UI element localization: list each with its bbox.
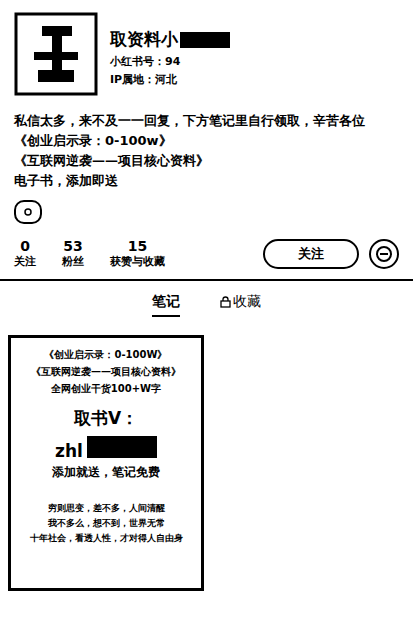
profile-name: 取资料小 — [110, 28, 178, 51]
content-panel: 笔记收藏《创业启示录：0-100W》《互联网逆袭——项目核心资料》全网创业干货1… — [0, 281, 413, 591]
card-line: 十年社会，看透人性，才对得人自由身 — [30, 532, 183, 545]
stat-item[interactable]: 53粉丝 — [62, 238, 84, 269]
profile-bio: 私信太多，来不及一一回复，下方笔记里自行领取，辛苦各位《创业启示录：0-100w… — [14, 112, 399, 190]
redaction-bar — [87, 436, 157, 458]
note-card[interactable]: 《创业启示录：0-100W》《互联网逆袭——项目核心资料》全网创业干货100+W… — [8, 335, 204, 591]
card-line: 穷则思变，差不多，人间清醒 — [48, 502, 165, 515]
card-line: 《互联网逆袭——项目核心资料》 — [31, 365, 181, 379]
stat-item[interactable]: 15获赞与收藏 — [110, 238, 165, 269]
profile-ip: IP属地：河北 — [110, 72, 230, 87]
tab[interactable]: 笔记 — [152, 293, 180, 317]
card-line: 我不多么，想不到，世界无常 — [48, 517, 165, 530]
follow-button[interactable]: 关注 — [263, 239, 359, 269]
lock-icon — [220, 296, 231, 308]
bio-line: 《创业启示录：0-100w》 — [14, 132, 399, 150]
redaction-bar — [180, 32, 230, 48]
bio-line: 《互联网逆袭——项目核心资料》 — [14, 152, 399, 170]
card-code: zhl — [55, 441, 83, 461]
card-line: 《创业启示录：0-100W》 — [44, 348, 167, 362]
bio-line: 电子书，添加即送 — [14, 172, 399, 190]
bio-line: 私信太多，来不及一一回复，下方笔记里自行领取，辛苦各位 — [14, 112, 399, 130]
tab[interactable]: 收藏 — [220, 293, 261, 317]
tab-bar: 笔记 收藏 — [8, 281, 405, 325]
stat-item[interactable]: 0关注 — [14, 238, 36, 269]
profile-page: 取资料小小红书号：94 IP属地：河北私信太多，来不及一一回复，下方笔记里自行领取… — [0, 0, 413, 634]
card-cta: 添加就送，笔记免费 — [52, 464, 160, 481]
card-line: 全网创业干货100+W字 — [51, 382, 161, 396]
profile-header: 取资料小小红书号：94 IP属地：河北私信太多，来不及一一回复，下方笔记里自行领取… — [0, 0, 413, 281]
message-icon[interactable] — [369, 239, 399, 269]
avatar-icon[interactable] — [14, 12, 98, 96]
profile-id: 小红书号：94 — [110, 54, 230, 69]
card-headline: 取书V： — [74, 407, 138, 430]
gender-tag-icon — [14, 200, 42, 224]
